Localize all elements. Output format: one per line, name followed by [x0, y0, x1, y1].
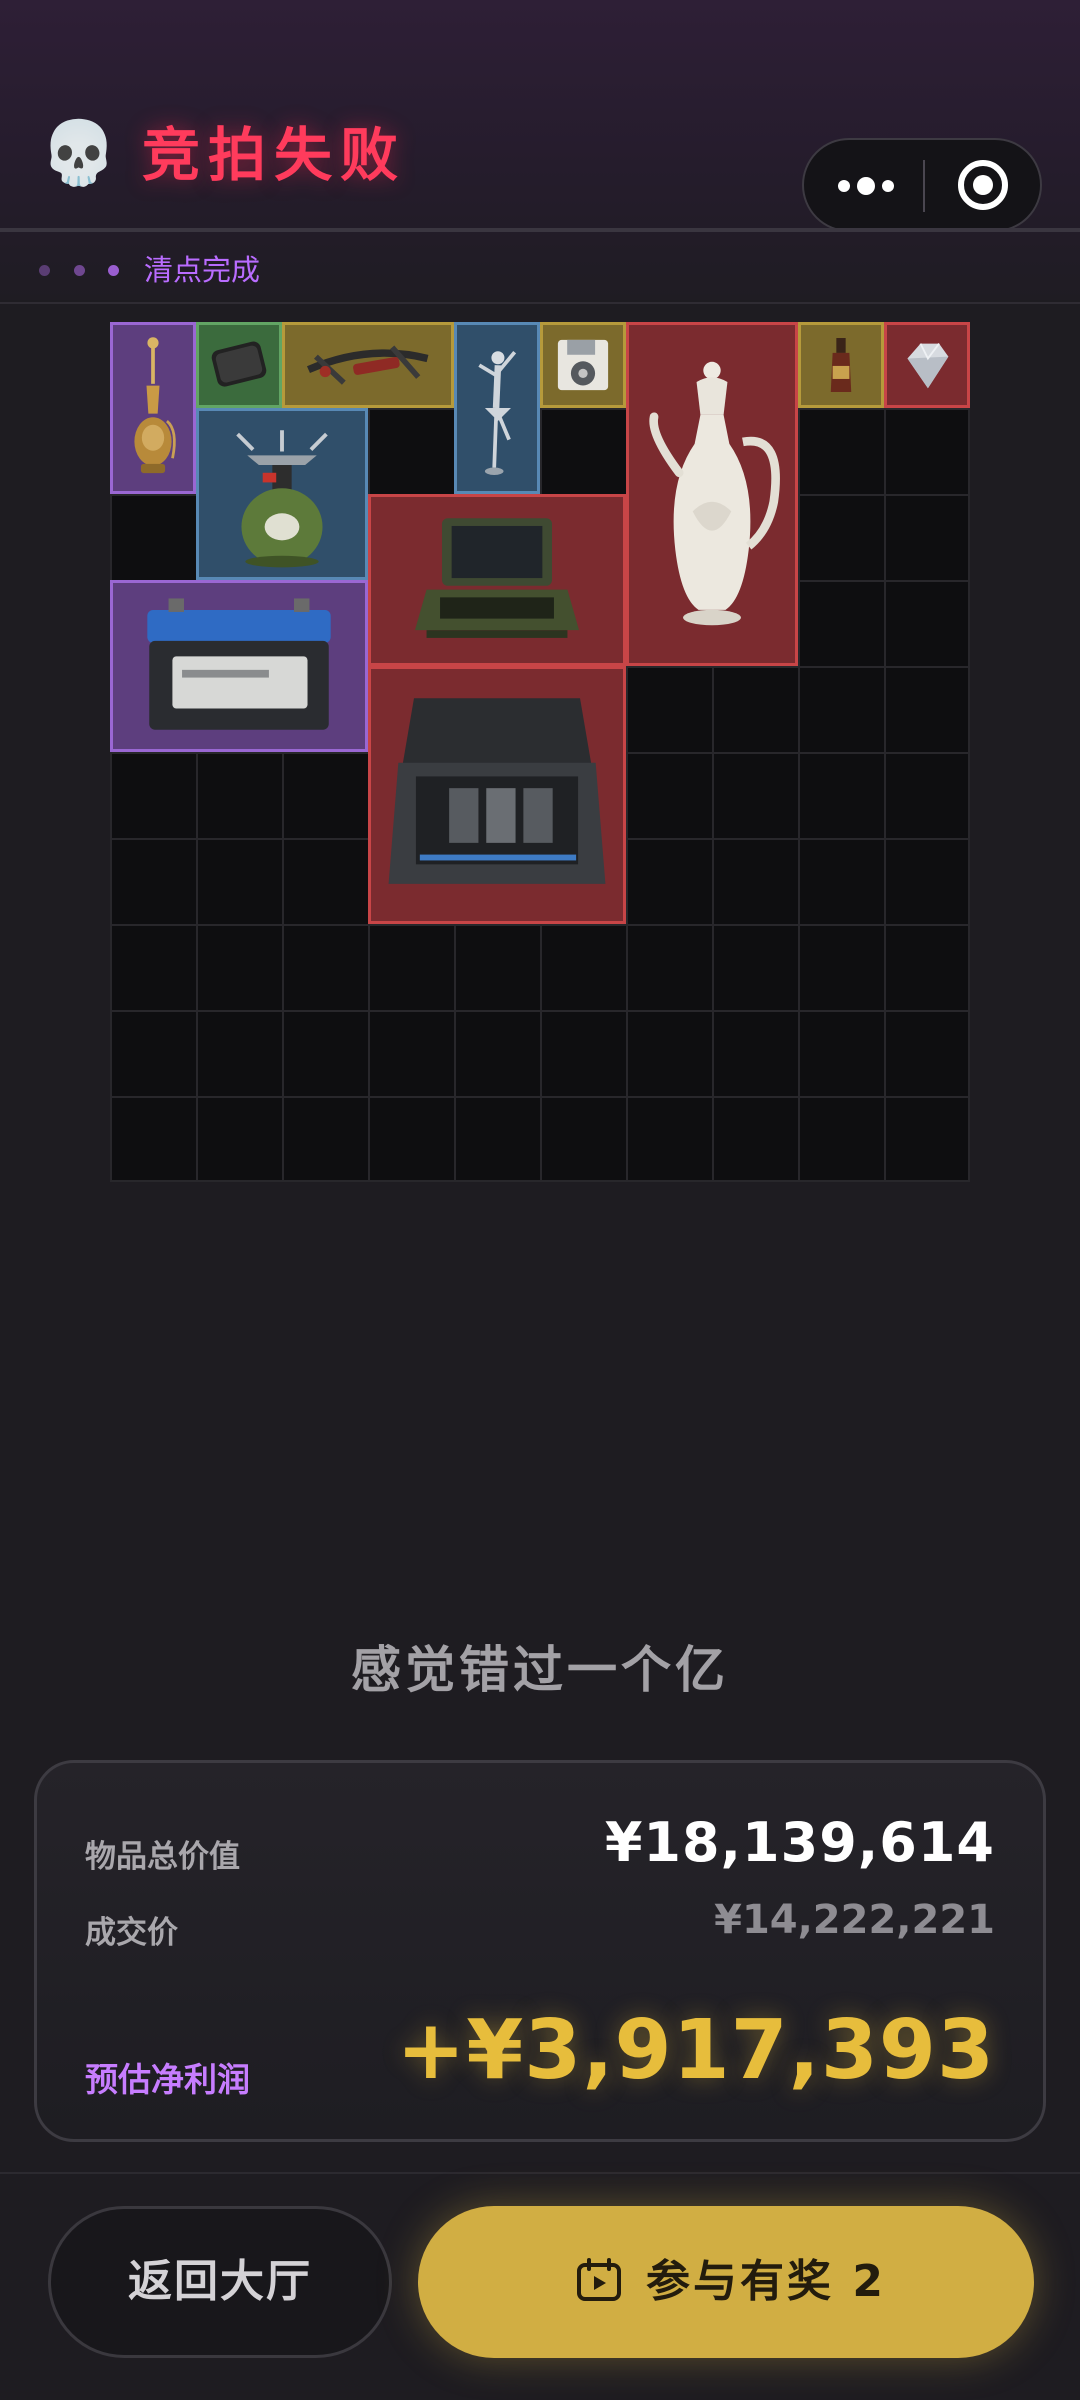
capsule-divider	[923, 160, 925, 212]
header: 💀 竞拍失败	[0, 0, 1080, 232]
car-battery-icon	[147, 598, 331, 730]
hard-drive-icon	[211, 341, 267, 387]
item-porcelain-ewer[interactable]	[626, 322, 798, 666]
more-dots-icon[interactable]	[832, 140, 932, 230]
item-hookah[interactable]	[110, 322, 196, 494]
skull-icon: 💀	[40, 116, 118, 189]
item-diamond[interactable]	[884, 322, 970, 408]
item-floppy-disk[interactable]	[540, 322, 626, 408]
camping-stove-icon	[236, 430, 328, 568]
footer-divider	[0, 2172, 1080, 2174]
join-reward-button[interactable]: 参与有奖 2	[418, 2206, 1034, 2358]
item-camping-stove[interactable]	[196, 408, 368, 580]
summary-card: 物品总价值 ¥18,139,614 成交价 ¥14,222,221 预估净利润 …	[34, 1760, 1046, 2142]
join-reward-label: 参与有奖 2	[646, 2256, 886, 2307]
inventory-grid	[110, 322, 970, 1182]
item-car-battery[interactable]	[110, 580, 368, 752]
calendar-play-icon	[577, 2258, 621, 2301]
status-divider	[0, 302, 1080, 304]
profit-value: +¥3,917,393	[396, 2003, 995, 2098]
total-value: ¥18,139,614	[604, 1811, 995, 1874]
item-bottle[interactable]	[798, 322, 884, 408]
item-equipment-case[interactable]	[368, 666, 626, 924]
equipment-case-icon	[388, 698, 606, 884]
item-ballerina[interactable]	[454, 322, 540, 494]
page-title: 竞拍失败	[142, 121, 407, 189]
item-crossbow[interactable]	[282, 322, 454, 408]
deal-price-label: 成交价	[85, 1915, 178, 1951]
crossbow-icon	[306, 345, 429, 385]
rugged-laptop-icon	[414, 518, 580, 638]
hookah-icon	[134, 337, 176, 474]
total-value-label: 物品总价值	[85, 1839, 240, 1875]
floppy-disk-icon	[557, 339, 609, 391]
item-hard-drive[interactable]	[196, 322, 282, 408]
mini-program-capsule	[802, 138, 1042, 232]
deal-price-value: ¥14,222,221	[714, 1897, 995, 1943]
bottle-icon	[830, 338, 852, 392]
status-text: 清点完成	[144, 253, 261, 287]
diamond-icon	[907, 343, 949, 389]
back-to-lobby-button[interactable]: 返回大厅	[48, 2206, 392, 2358]
profit-label: 预估净利润	[85, 2060, 250, 2099]
result-quote: 感觉错过一个亿	[351, 1641, 729, 1699]
ballerina-icon	[478, 350, 517, 475]
porcelain-ewer-icon	[649, 361, 780, 626]
target-circle-icon[interactable]	[958, 160, 1008, 210]
item-rugged-laptop[interactable]	[368, 494, 626, 666]
